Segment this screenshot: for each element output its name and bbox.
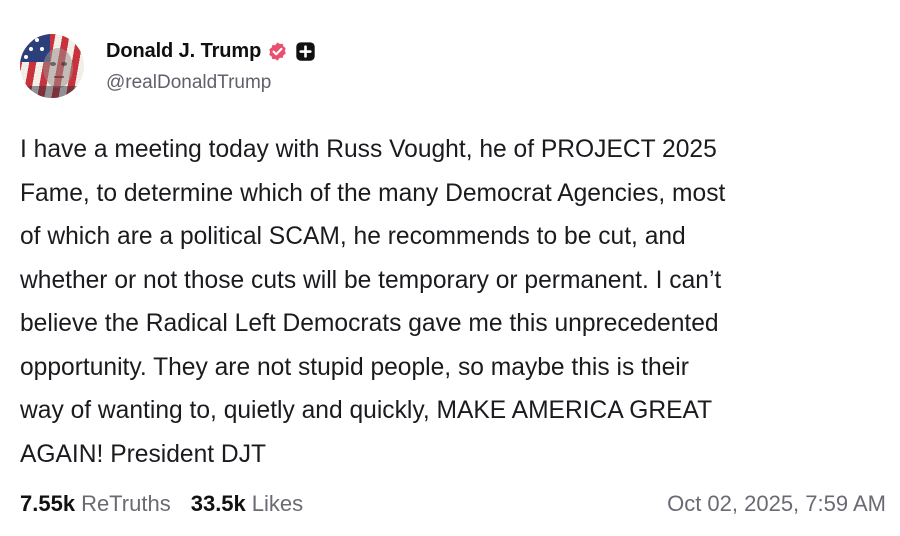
- verified-badge-icon: [269, 41, 286, 61]
- name-row: Donald J. Trump: [106, 38, 316, 64]
- avatar[interactable]: [20, 34, 84, 98]
- likes-label[interactable]: Likes: [252, 491, 303, 517]
- retruths-label[interactable]: ReTruths: [81, 491, 171, 517]
- post-header: Donald J. Trump @realDonaldTrump: [20, 34, 316, 98]
- likes-count[interactable]: 33.5k: [191, 491, 246, 517]
- post-footer: 7.55k ReTruths 33.5k Likes Oct 02, 2025,…: [20, 486, 886, 522]
- avatar-portrait-icon: [20, 34, 84, 98]
- plus-badge-icon: [296, 41, 315, 61]
- post-timestamp[interactable]: Oct 02, 2025, 7:59 AM: [667, 491, 886, 517]
- post-text: I have a meeting today with Russ Vought,…: [20, 136, 726, 468]
- user-handle[interactable]: @realDonaldTrump: [106, 72, 316, 94]
- retruths-count[interactable]: 7.55k: [20, 491, 75, 517]
- post-card: Donald J. Trump @realDonaldTrump I have …: [0, 0, 900, 536]
- author-names: Donald J. Trump @realDonaldTrump: [106, 38, 316, 94]
- display-name[interactable]: Donald J. Trump: [106, 40, 261, 63]
